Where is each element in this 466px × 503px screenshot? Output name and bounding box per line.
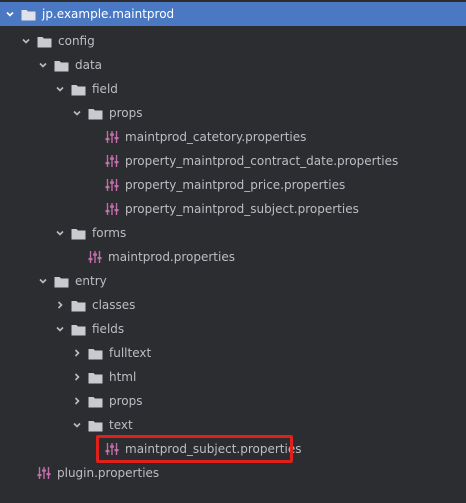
chevron-down-icon[interactable] <box>37 59 49 71</box>
tree-node-label: entry <box>75 274 107 288</box>
tree-node-props-entry[interactable]: props <box>0 389 466 413</box>
tree-node-label: maintprod.properties <box>108 250 235 264</box>
tree-file-price[interactable]: property_maintprod_price.properties <box>0 173 466 197</box>
tree-node-label: props <box>109 394 143 408</box>
folder-icon <box>71 299 86 312</box>
tree-node-label: text <box>109 418 133 432</box>
folder-icon <box>88 347 103 360</box>
chevron-down-icon[interactable] <box>54 323 66 335</box>
properties-file-icon <box>105 130 119 144</box>
tree-node-label: plugin.properties <box>57 466 160 480</box>
tree-file-category[interactable]: maintprod_catetory.properties <box>0 125 466 149</box>
folder-icon <box>54 275 69 288</box>
tree-node-label: classes <box>92 298 136 312</box>
folder-icon <box>54 59 69 72</box>
properties-file-icon <box>105 442 119 456</box>
chevron-down-icon[interactable] <box>20 35 32 47</box>
chevron-down-icon[interactable] <box>54 227 66 239</box>
properties-file-icon <box>37 466 51 480</box>
tree-node-root[interactable]: jp.example.maintprod <box>0 2 466 26</box>
tree-node-label: forms <box>92 226 127 240</box>
properties-file-icon <box>88 250 102 264</box>
properties-file-icon <box>105 178 119 192</box>
folder-icon <box>88 395 103 408</box>
project-tree: jp.example.maintprod config data field p… <box>0 0 466 503</box>
tree-node-fulltext[interactable]: fulltext <box>0 341 466 365</box>
folder-icon <box>88 371 103 384</box>
tree-file-subject-property[interactable]: property_maintprod_subject.properties <box>0 197 466 221</box>
tree-node-label: data <box>75 58 103 72</box>
folder-icon <box>71 227 86 240</box>
properties-file-icon <box>105 202 119 216</box>
tree-node-config[interactable]: config <box>0 29 466 53</box>
tree-node-props[interactable]: props <box>0 101 466 125</box>
folder-icon <box>88 419 103 432</box>
tree-node-label: property_maintprod_contract_date.propert… <box>125 154 399 168</box>
tree-node-label: property_maintprod_subject.properties <box>125 202 359 216</box>
chevron-right-icon[interactable] <box>71 347 83 359</box>
tree-node-html[interactable]: html <box>0 365 466 389</box>
tree-node-label: fields <box>92 322 125 336</box>
tree-node-label: maintprod_subject.properties <box>125 442 302 456</box>
tree-node-label: html <box>109 370 137 384</box>
tree-file-contract-date[interactable]: property_maintprod_contract_date.propert… <box>0 149 466 173</box>
tree-node-fields[interactable]: fields <box>0 317 466 341</box>
tree-file-subject[interactable]: maintprod_subject.properties <box>0 437 466 461</box>
properties-file-icon <box>105 154 119 168</box>
chevron-right-icon[interactable] <box>54 299 66 311</box>
tree-node-classes[interactable]: classes <box>0 293 466 317</box>
chevron-right-icon[interactable] <box>71 395 83 407</box>
tree-file-maintprod[interactable]: maintprod.properties <box>0 245 466 269</box>
tree-node-field[interactable]: field <box>0 77 466 101</box>
chevron-down-icon[interactable] <box>71 419 83 431</box>
tree-node-label: field <box>92 82 118 96</box>
chevron-down-icon[interactable] <box>71 107 83 119</box>
folder-icon <box>37 35 52 48</box>
chevron-down-icon[interactable] <box>4 8 16 20</box>
tree-node-label: config <box>58 34 95 48</box>
tree-node-data[interactable]: data <box>0 53 466 77</box>
folder-icon <box>71 323 86 336</box>
tree-node-entry[interactable]: entry <box>0 269 466 293</box>
chevron-down-icon[interactable] <box>37 275 49 287</box>
tree-file-plugin[interactable]: plugin.properties <box>0 461 466 485</box>
tree-node-forms[interactable]: forms <box>0 221 466 245</box>
tree-node-text[interactable]: text <box>0 413 466 437</box>
tree-node-label: maintprod_catetory.properties <box>125 130 307 144</box>
folder-icon <box>21 8 36 21</box>
tree-node-label: property_maintprod_price.properties <box>125 178 346 192</box>
chevron-down-icon[interactable] <box>54 83 66 95</box>
tree-node-label: props <box>109 106 143 120</box>
chevron-right-icon[interactable] <box>71 371 83 383</box>
tree-node-label: fulltext <box>109 346 152 360</box>
tree-node-label: jp.example.maintprod <box>42 7 175 21</box>
folder-icon <box>71 83 86 96</box>
folder-icon <box>88 107 103 120</box>
